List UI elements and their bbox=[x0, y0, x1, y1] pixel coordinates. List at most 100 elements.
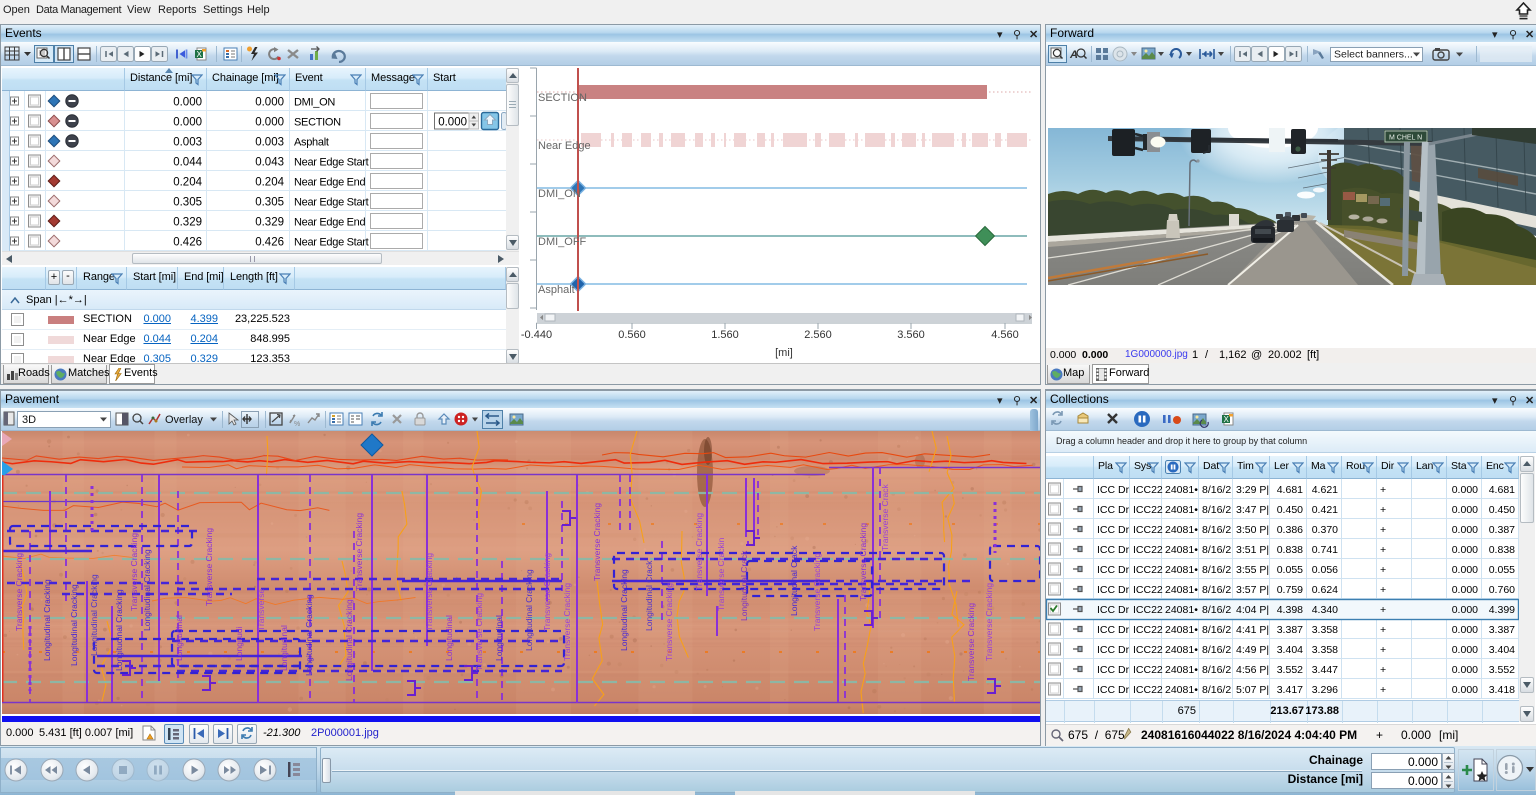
svg-text:3.387: 3.387 bbox=[1277, 624, 1303, 636]
svg-text:3.552: 3.552 bbox=[1277, 664, 1303, 676]
svg-text:Near Edge End: Near Edge End bbox=[294, 177, 365, 189]
svg-text:24081•: 24081• bbox=[1165, 684, 1198, 696]
svg-text:8/16/2: 8/16/2 bbox=[1202, 604, 1231, 616]
svg-text:3.560: 3.560 bbox=[897, 329, 925, 341]
svg-text:24081•: 24081• bbox=[1165, 564, 1198, 576]
svg-text:8/16/2: 8/16/2 bbox=[1202, 664, 1231, 676]
svg-text:Longitudinal Cracking: Longitudinal Cracking bbox=[42, 579, 52, 661]
svg-text:Select banners...: Select banners... bbox=[1334, 49, 1413, 61]
svg-text:0.450: 0.450 bbox=[1489, 504, 1515, 516]
svg-text:Near Edge: Near Edge bbox=[538, 140, 591, 152]
svg-text:3D: 3D bbox=[22, 414, 36, 426]
svg-text:Near Edge End: Near Edge End bbox=[294, 217, 365, 229]
svg-text:4.681: 4.681 bbox=[1489, 484, 1515, 496]
svg-text:Transverse Cracking: Transverse Cracking bbox=[592, 503, 602, 581]
svg-text:0.450: 0.450 bbox=[1277, 504, 1303, 516]
svg-text:0.759: 0.759 bbox=[1277, 584, 1303, 596]
svg-text:2.560: 2.560 bbox=[804, 329, 832, 341]
svg-text:ICC Dr: ICC Dr bbox=[1097, 564, 1130, 576]
svg-text:ICC Dr: ICC Dr bbox=[1097, 624, 1130, 636]
svg-text:3.417: 3.417 bbox=[1277, 684, 1303, 696]
svg-text:ICC22: ICC22 bbox=[1133, 664, 1163, 676]
svg-text:8/16/2: 8/16/2 bbox=[1202, 504, 1231, 516]
svg-text:8/16/2: 8/16/2 bbox=[1202, 644, 1231, 656]
svg-text:24081•: 24081• bbox=[1165, 484, 1198, 496]
svg-text:3.552: 3.552 bbox=[1489, 664, 1515, 676]
svg-text:4:49 P|: 4:49 P| bbox=[1236, 644, 1269, 656]
svg-text:4.560: 4.560 bbox=[991, 329, 1019, 341]
svg-text:Transverse Cracking: Transverse Cracking bbox=[542, 553, 552, 631]
svg-text:8/16/2: 8/16/2 bbox=[1202, 484, 1231, 496]
svg-text:+: + bbox=[1380, 564, 1386, 576]
svg-text:3.387: 3.387 bbox=[1489, 624, 1515, 636]
svg-text:Longitudinal Cracking: Longitudinal Cracking bbox=[89, 574, 99, 656]
svg-text:+: + bbox=[1380, 644, 1386, 656]
svg-text:0.370: 0.370 bbox=[1312, 524, 1338, 536]
svg-text:Longitudi: Longitudi bbox=[234, 626, 244, 661]
svg-text:24081•: 24081• bbox=[1165, 624, 1198, 636]
svg-text:X: X bbox=[1224, 415, 1230, 424]
svg-text:Longitudinal Cracking: Longitudinal Cracking bbox=[142, 549, 152, 631]
svg-text:ICC Dr: ICC Dr bbox=[1097, 544, 1130, 556]
svg-text:ICC22: ICC22 bbox=[1133, 564, 1163, 576]
svg-text:ICC22: ICC22 bbox=[1133, 584, 1163, 596]
svg-text:Near Edge Start: Near Edge Start bbox=[294, 237, 369, 249]
svg-text:Asphalt: Asphalt bbox=[538, 284, 575, 296]
svg-text:3:55 P|: 3:55 P| bbox=[1236, 564, 1269, 576]
svg-text:0.741: 0.741 bbox=[1312, 544, 1338, 556]
svg-text:ICC22: ICC22 bbox=[1133, 504, 1163, 516]
svg-text:0.426: 0.426 bbox=[255, 237, 284, 249]
svg-text:Near Edge Start: Near Edge Start bbox=[294, 157, 369, 169]
svg-text:SECTION: SECTION bbox=[538, 92, 587, 104]
svg-text:Longitudinal Crack: Longitudinal Crack bbox=[644, 560, 654, 631]
svg-text:0.000: 0.000 bbox=[1452, 504, 1478, 516]
svg-text:Transverse Cracking: Transverse Cracking bbox=[474, 593, 484, 671]
svg-text:8/16/2: 8/16/2 bbox=[1202, 684, 1231, 696]
svg-text:0.305: 0.305 bbox=[255, 197, 284, 209]
svg-text:[mi]: [mi] bbox=[775, 347, 793, 359]
svg-text:3.358: 3.358 bbox=[1312, 624, 1338, 636]
svg-text:Longitudinal Cracking: Longitudinal Cracking bbox=[114, 589, 124, 671]
svg-text:ICC22: ICC22 bbox=[1133, 484, 1163, 496]
svg-text:0.560: 0.560 bbox=[618, 329, 646, 341]
svg-text:0.055: 0.055 bbox=[1489, 564, 1515, 576]
svg-text:0.000: 0.000 bbox=[1452, 684, 1478, 696]
svg-text:0.000: 0.000 bbox=[173, 117, 202, 129]
svg-text:0.003: 0.003 bbox=[173, 137, 202, 149]
svg-text:+: + bbox=[1380, 624, 1386, 636]
svg-text:0.000: 0.000 bbox=[1452, 564, 1478, 576]
svg-text:0.329: 0.329 bbox=[255, 217, 284, 229]
svg-text:M CHEL N: M CHEL N bbox=[1389, 135, 1422, 142]
svg-text:0.305: 0.305 bbox=[173, 197, 202, 209]
svg-text:3:57 P|: 3:57 P| bbox=[1236, 584, 1269, 596]
svg-text:Transverse Cracking: Transverse Cracking bbox=[562, 583, 572, 661]
svg-text:4.398: 4.398 bbox=[1277, 604, 1303, 616]
svg-text:Transverse Cracking: Transverse Cracking bbox=[812, 553, 822, 631]
svg-text:4.399: 4.399 bbox=[1489, 604, 1515, 616]
svg-text:0.000: 0.000 bbox=[1452, 624, 1478, 636]
svg-text:Longitudinal Crack: Longitudinal Crack bbox=[739, 550, 749, 621]
svg-text:24081•: 24081• bbox=[1165, 664, 1198, 676]
svg-text:0.003: 0.003 bbox=[255, 137, 284, 149]
svg-text:Longitudinal Cracking: Longitudinal Cracking bbox=[304, 594, 314, 676]
svg-text:0.000: 0.000 bbox=[438, 117, 467, 129]
svg-text:Transverse Cracking: Transverse Cracking bbox=[984, 583, 994, 661]
svg-text:0.624: 0.624 bbox=[1312, 584, 1338, 596]
svg-text:0.000: 0.000 bbox=[1452, 584, 1478, 596]
svg-text:DMI_ON: DMI_ON bbox=[294, 97, 335, 109]
svg-text:+: + bbox=[1380, 484, 1386, 496]
svg-text:3.404: 3.404 bbox=[1489, 644, 1515, 656]
svg-text:Transverse Cracking: Transverse Cracking bbox=[694, 513, 704, 591]
svg-text:3.418: 3.418 bbox=[1489, 684, 1515, 696]
svg-text:X: X bbox=[197, 50, 203, 59]
svg-text:0.000: 0.000 bbox=[255, 97, 284, 109]
svg-text:0.000: 0.000 bbox=[1452, 664, 1478, 676]
svg-text:0.426: 0.426 bbox=[173, 237, 202, 249]
svg-text:24081•: 24081• bbox=[1165, 504, 1198, 516]
svg-text:0.043: 0.043 bbox=[255, 157, 284, 169]
svg-text:Longitudinal: Longitudinal bbox=[444, 615, 454, 661]
svg-text:0.056: 0.056 bbox=[1312, 564, 1338, 576]
svg-text:ICC22: ICC22 bbox=[1133, 624, 1163, 636]
svg-text:24081•: 24081• bbox=[1165, 524, 1198, 536]
svg-text:Longitudinal Crack: Longitudinal Crack bbox=[789, 545, 799, 616]
